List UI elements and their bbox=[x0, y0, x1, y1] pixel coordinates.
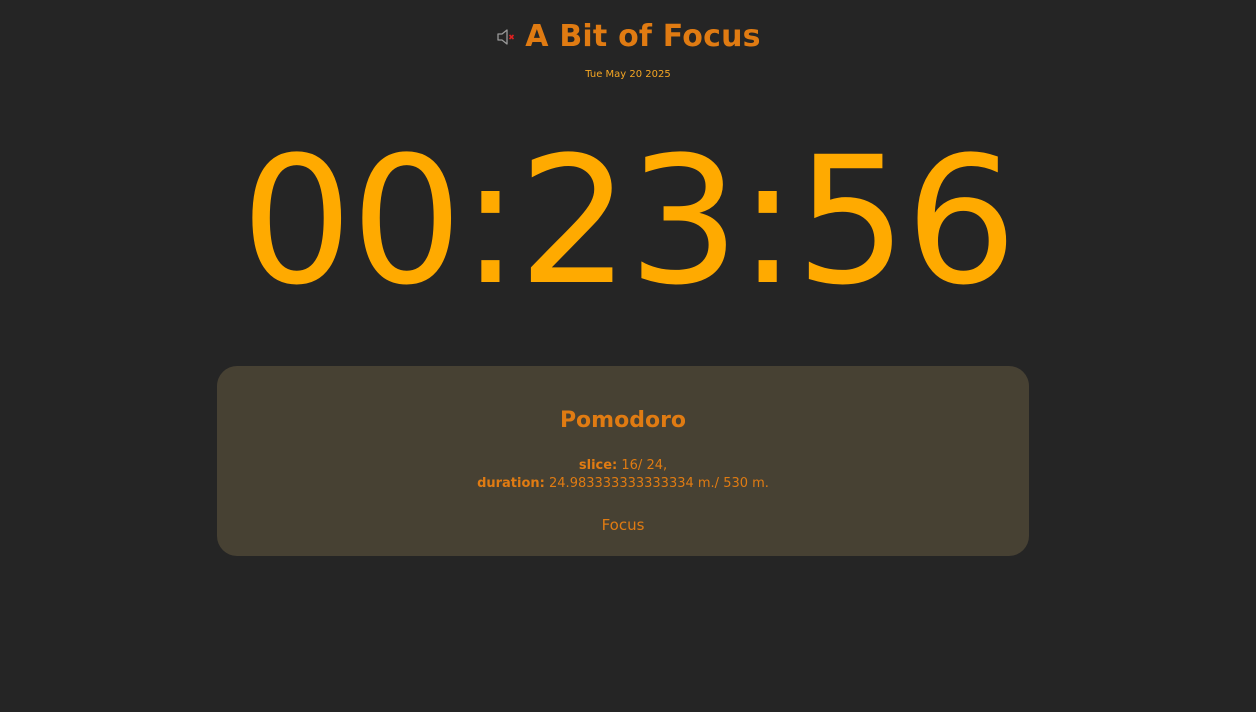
speaker-muted-icon bbox=[497, 29, 515, 45]
mute-toggle-button[interactable] bbox=[495, 26, 517, 48]
app-title: A Bit of Focus bbox=[525, 18, 761, 54]
countdown-timer: 00:23:56 bbox=[240, 119, 1017, 324]
slice-info: slice: 16/ 24, bbox=[217, 458, 1029, 473]
slice-label: slice: bbox=[578, 458, 618, 473]
duration-info: duration: 24.983333333333334 m./ 530 m. bbox=[217, 476, 1029, 491]
duration-value: 24.983333333333334 m./ 530 m. bbox=[549, 476, 769, 491]
session-mode: Focus bbox=[601, 516, 645, 534]
session-card: Pomodoro slice: 16/ 24, duration: 24.983… bbox=[217, 366, 1029, 556]
duration-label: duration: bbox=[477, 476, 545, 491]
session-title: Pomodoro bbox=[559, 408, 687, 433]
app-page: A Bit of Focus Tue May 20 2025 00:23:56 … bbox=[0, 0, 1256, 712]
current-date: Tue May 20 2025 bbox=[585, 69, 671, 80]
slice-value: 16/ 24, bbox=[621, 458, 668, 473]
header: A Bit of Focus bbox=[0, 14, 1256, 58]
